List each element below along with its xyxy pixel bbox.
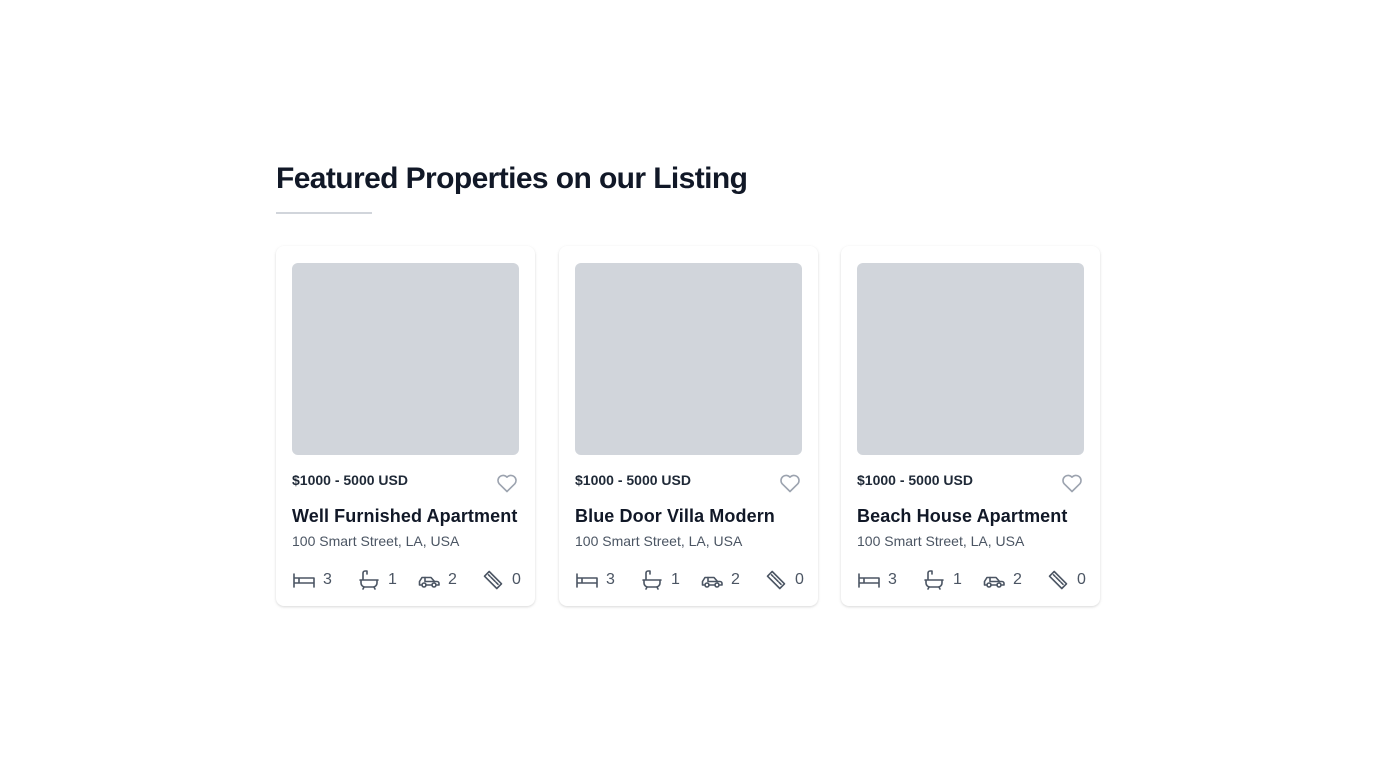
favorite-button[interactable] — [778, 471, 802, 495]
bathtub-icon — [359, 570, 379, 590]
baths-count: 1 — [953, 571, 962, 588]
parking-count: 2 — [731, 571, 740, 588]
property-price: $1000 - 5000 USD — [575, 472, 691, 488]
amenity-parking: 2 — [982, 568, 1022, 592]
section-title: Featured Properties on our Listing — [276, 162, 748, 195]
property-image-placeholder[interactable] — [857, 263, 1084, 455]
heart-icon[interactable] — [495, 471, 519, 495]
amenity-beds: 3 — [857, 568, 897, 592]
property-title[interactable]: Well Furnished Apartment — [292, 506, 532, 527]
amenity-beds: 3 — [575, 568, 615, 592]
property-card[interactable]: $1000 - 5000 USD Beach House Apartment 1… — [841, 246, 1100, 606]
property-address: 100 Smart Street, LA, USA — [575, 533, 743, 549]
property-amenities: 3 1 2 0 — [857, 568, 1086, 592]
ruler-icon — [766, 570, 786, 590]
car-icon — [418, 576, 440, 588]
heart-icon[interactable] — [1060, 471, 1084, 495]
baths-count: 1 — [671, 571, 680, 588]
beds-count: 3 — [323, 571, 332, 588]
ruler-icon — [1048, 570, 1068, 590]
baths-count: 1 — [388, 571, 397, 588]
favorite-button[interactable] — [1060, 471, 1084, 495]
amenity-parking: 2 — [700, 568, 740, 592]
amenity-area: 0 — [481, 568, 521, 592]
amenity-baths: 1 — [922, 568, 962, 592]
bed-icon — [293, 573, 315, 588]
property-card[interactable]: $1000 - 5000 USD Blue Door Villa Modern … — [559, 246, 818, 606]
heart-icon[interactable] — [778, 471, 802, 495]
favorite-button[interactable] — [495, 471, 519, 495]
property-amenities: 3 1 2 0 — [292, 568, 521, 592]
parking-count: 2 — [1013, 571, 1022, 588]
property-image-placeholder[interactable] — [292, 263, 519, 455]
property-title[interactable]: Blue Door Villa Modern — [575, 506, 815, 527]
amenity-parking: 2 — [417, 568, 457, 592]
parking-count: 2 — [448, 571, 457, 588]
bed-icon — [576, 573, 598, 588]
bed-icon — [858, 573, 880, 588]
property-price: $1000 - 5000 USD — [857, 472, 973, 488]
amenity-baths: 1 — [357, 568, 397, 592]
area-value: 0 — [512, 571, 521, 588]
ruler-icon — [483, 570, 503, 590]
beds-count: 3 — [606, 571, 615, 588]
property-address: 100 Smart Street, LA, USA — [292, 533, 460, 549]
listing-cards: $1000 - 5000 USD Well Furnished Apartmen… — [276, 246, 1100, 608]
car-icon — [983, 576, 1005, 588]
property-image-placeholder[interactable] — [575, 263, 802, 455]
property-card[interactable]: $1000 - 5000 USD Well Furnished Apartmen… — [276, 246, 535, 606]
car-icon — [701, 576, 723, 588]
area-value: 0 — [1077, 571, 1086, 588]
amenity-beds: 3 — [292, 568, 332, 592]
property-title[interactable]: Beach House Apartment — [857, 506, 1097, 527]
amenity-baths: 1 — [640, 568, 680, 592]
beds-count: 3 — [888, 571, 897, 588]
bathtub-icon — [642, 570, 662, 590]
property-address: 100 Smart Street, LA, USA — [857, 533, 1025, 549]
title-underline — [276, 212, 372, 214]
featured-properties-section: Featured Properties on our Listing $1000… — [276, 160, 1100, 606]
amenity-area: 0 — [1046, 568, 1086, 592]
amenity-area: 0 — [764, 568, 804, 592]
bathtub-icon — [924, 570, 944, 590]
area-value: 0 — [795, 571, 804, 588]
property-price: $1000 - 5000 USD — [292, 472, 408, 488]
property-amenities: 3 1 2 0 — [575, 568, 804, 592]
